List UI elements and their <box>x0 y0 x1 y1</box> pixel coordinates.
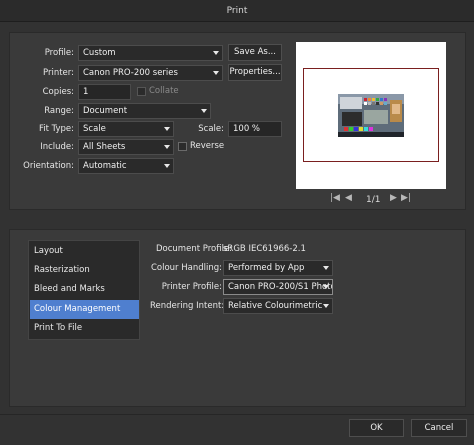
printer-label: Printer: <box>43 68 74 78</box>
range-value: Document <box>83 106 128 116</box>
chevron-down-icon <box>213 51 219 55</box>
footer-divider <box>0 414 474 415</box>
chevron-down-icon <box>323 285 329 289</box>
copies-label: Copies: <box>42 87 74 97</box>
range-dropdown[interactable]: Document <box>78 103 211 119</box>
printer-profile-dropdown[interactable]: Canon PRO-200/S1 Photo <box>223 279 333 295</box>
colour-handling-value: Performed by App <box>228 263 305 273</box>
sidebar: Layout Rasterization Bleed and Marks Col… <box>28 240 140 340</box>
sidebar-item-print-to-file[interactable]: Print To File <box>30 319 139 338</box>
sidebar-item-layout[interactable]: Layout <box>30 242 139 261</box>
window-title: Print <box>0 0 474 22</box>
scale-input[interactable]: 100 % <box>228 121 282 137</box>
include-dropdown[interactable]: All Sheets <box>78 139 174 155</box>
last-page-button[interactable]: ▶| <box>401 193 411 203</box>
fit-type-label: Fit Type: <box>38 124 74 134</box>
reverse-checkbox[interactable] <box>178 142 187 151</box>
printer-dropdown[interactable]: Canon PRO-200 series <box>78 65 223 81</box>
colour-handling-dropdown[interactable]: Performed by App <box>223 260 333 276</box>
copies-input[interactable]: 1 <box>78 84 131 100</box>
page-frame <box>303 68 439 162</box>
colour-handling-label: Colour Handling: <box>150 263 222 273</box>
printer-profile-label: Printer Profile: <box>161 282 222 292</box>
profile-label: Profile: <box>44 48 74 58</box>
sidebar-item-colour-management[interactable]: Colour Management <box>30 300 139 319</box>
document-profile-value: sRGB IEC61966-2.1 <box>223 244 306 254</box>
next-page-button[interactable]: ▶ <box>390 193 397 203</box>
chevron-down-icon <box>323 304 329 308</box>
print-preview <box>296 42 446 189</box>
cancel-button[interactable]: Cancel <box>411 419 467 437</box>
first-page-button[interactable]: |◀ <box>330 193 340 203</box>
rendering-intent-dropdown[interactable]: Relative Colourimetric <box>223 298 333 314</box>
chevron-down-icon <box>164 164 170 168</box>
rendering-intent-value: Relative Colourimetric <box>228 301 323 311</box>
properties-button[interactable]: Properties... <box>228 64 282 81</box>
collate-label: Collate <box>149 86 179 96</box>
printer-profile-value: Canon PRO-200/S1 Photo <box>228 282 333 292</box>
include-label: Include: <box>40 142 74 152</box>
chevron-down-icon <box>201 109 207 113</box>
ok-button[interactable]: OK <box>349 419 404 437</box>
thumbnail-image <box>338 94 404 137</box>
scale-label: Scale: <box>198 124 224 134</box>
orientation-dropdown[interactable]: Automatic <box>78 158 174 174</box>
profile-dropdown[interactable]: Custom <box>78 45 223 61</box>
save-as-button[interactable]: Save As... <box>228 44 282 61</box>
profile-value: Custom <box>83 48 116 58</box>
collate-checkbox[interactable] <box>137 87 146 96</box>
rendering-intent-label: Rendering Intent: <box>150 301 225 311</box>
document-profile-label: Document Profile: <box>156 244 233 254</box>
printer-value: Canon PRO-200 series <box>83 68 178 78</box>
page-indicator: 1/1 <box>366 195 381 205</box>
include-value: All Sheets <box>83 142 126 152</box>
fit-type-value: Scale <box>83 124 106 134</box>
reverse-label: Reverse <box>190 141 225 151</box>
sidebar-item-bleed-and-marks[interactable]: Bleed and Marks <box>30 280 139 299</box>
chevron-down-icon <box>213 71 219 75</box>
sidebar-item-rasterization[interactable]: Rasterization <box>30 261 139 280</box>
orientation-value: Automatic <box>83 161 127 171</box>
chevron-down-icon <box>164 145 170 149</box>
orientation-label: Orientation: <box>23 161 74 171</box>
range-label: Range: <box>44 106 74 116</box>
prev-page-button[interactable]: ◀ <box>345 193 352 203</box>
chevron-down-icon <box>323 266 329 270</box>
